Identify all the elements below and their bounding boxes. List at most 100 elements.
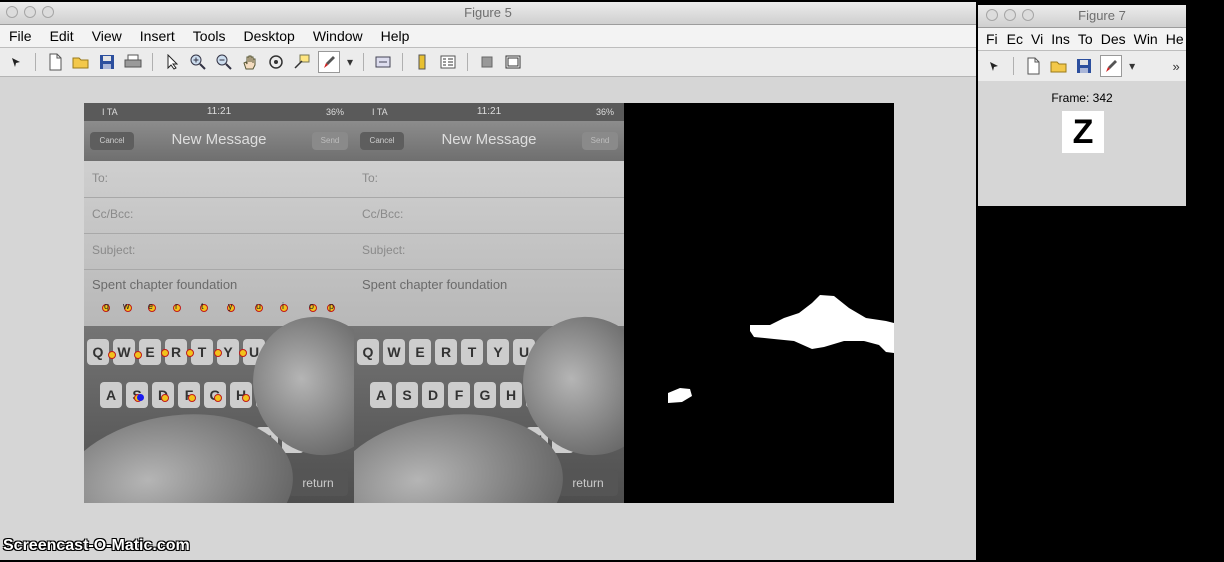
colorbar-icon[interactable] bbox=[412, 52, 432, 72]
marker-row-top: q w e r t y u i o p bbox=[84, 301, 354, 315]
open-folder-icon[interactable] bbox=[1049, 56, 1069, 76]
tracking-marker bbox=[239, 349, 247, 357]
print-icon[interactable] bbox=[123, 52, 143, 72]
skin-mask-panel bbox=[624, 103, 894, 503]
menu-help[interactable]: Help bbox=[372, 25, 419, 47]
key: G bbox=[474, 382, 496, 408]
pointer-icon[interactable] bbox=[6, 52, 26, 72]
to-label: To: bbox=[92, 171, 109, 185]
brush-icon[interactable] bbox=[1100, 55, 1123, 77]
menu-desktop[interactable]: Des bbox=[1097, 28, 1130, 50]
key: D bbox=[422, 382, 444, 408]
subject-label: Subject: bbox=[362, 243, 406, 257]
send-button: Send bbox=[582, 132, 618, 150]
marker-letter: p bbox=[329, 301, 335, 311]
key: E bbox=[409, 339, 431, 365]
figure-5-window: Figure 5 File Edit View Insert Tools Des… bbox=[0, 2, 976, 560]
pan-hand-icon[interactable] bbox=[240, 52, 260, 72]
rotate-3d-icon[interactable] bbox=[266, 52, 286, 72]
toolbar-separator bbox=[363, 53, 364, 71]
phone-status-bar: I TA 11:21 36% bbox=[354, 103, 624, 121]
menu-file[interactable]: File bbox=[0, 25, 41, 47]
dropdown-caret-icon[interactable]: ▾ bbox=[346, 52, 354, 72]
new-file-icon[interactable] bbox=[1023, 56, 1043, 76]
figure-5-titlebar[interactable]: Figure 5 bbox=[0, 2, 976, 25]
key: H bbox=[500, 382, 522, 408]
pointer-icon[interactable] bbox=[984, 56, 1004, 76]
marker-letter: r bbox=[175, 301, 178, 311]
new-file-icon[interactable] bbox=[45, 52, 65, 72]
message-fields: To: Cc/Bcc: Subject: Spent chapter found… bbox=[354, 161, 624, 326]
save-icon[interactable] bbox=[1075, 56, 1095, 76]
screencast-watermark: Screencast-O-Matic.com bbox=[3, 537, 190, 554]
key: A bbox=[370, 382, 392, 408]
dropdown-caret-icon[interactable]: ▾ bbox=[1128, 56, 1136, 76]
menu-view[interactable]: Vi bbox=[1027, 28, 1047, 50]
zoom-out-icon[interactable] bbox=[214, 52, 234, 72]
key: T bbox=[461, 339, 483, 365]
marker-letter: e bbox=[148, 301, 154, 311]
select-arrow-icon[interactable] bbox=[162, 52, 182, 72]
legend-icon[interactable] bbox=[438, 52, 458, 72]
battery-text: 36% bbox=[595, 107, 614, 117]
menu-window[interactable]: Win bbox=[1130, 28, 1162, 50]
phone-nav-bar: Cancel New Message Send bbox=[354, 121, 624, 161]
minimize-window-button[interactable] bbox=[1004, 9, 1016, 21]
menu-help[interactable]: He bbox=[1162, 28, 1186, 50]
menu-edit[interactable]: Ec bbox=[1003, 28, 1027, 50]
ccbcc-label: Cc/Bcc: bbox=[92, 207, 134, 221]
window-title: Figure 5 bbox=[464, 5, 512, 20]
menu-view[interactable]: View bbox=[83, 25, 131, 47]
key: F bbox=[448, 382, 470, 408]
tracked-frame-panel: I TA 11:21 36% Cancel New Message Send T… bbox=[84, 103, 354, 503]
message-body: Spent chapter foundation bbox=[92, 277, 238, 292]
detected-letter: Z bbox=[1062, 111, 1104, 153]
marker-letter: u bbox=[256, 301, 262, 311]
subject-label: Subject: bbox=[92, 243, 136, 257]
key: Q bbox=[87, 339, 109, 365]
send-button: Send bbox=[312, 132, 348, 150]
toolbar-separator bbox=[402, 53, 403, 71]
menu-tools[interactable]: Tools bbox=[184, 25, 235, 47]
fingertip-point bbox=[137, 394, 144, 401]
finger-blob bbox=[668, 388, 692, 403]
close-window-button[interactable] bbox=[986, 9, 998, 21]
finger-mask-blobs bbox=[668, 295, 894, 403]
frame-counter: Frame: 342 bbox=[1051, 91, 1113, 105]
data-cursor-icon[interactable] bbox=[292, 52, 312, 72]
ccbcc-field: Cc/Bcc: bbox=[354, 197, 624, 234]
key: E bbox=[139, 339, 161, 365]
save-icon[interactable] bbox=[97, 52, 117, 72]
menu-file[interactable]: Fi bbox=[978, 28, 1003, 50]
toolbar-overflow-icon[interactable]: » bbox=[1166, 56, 1186, 76]
figure-7-menubar: Fi Ec Vi Ins To Des Win He bbox=[978, 28, 1186, 51]
toolbar-separator bbox=[467, 53, 468, 71]
to-field: To: bbox=[84, 161, 354, 198]
finger-blob bbox=[750, 295, 894, 353]
menu-insert[interactable]: Insert bbox=[131, 25, 184, 47]
key: W bbox=[383, 339, 405, 365]
phone-keyboard: Q W E R T Y U I O P A S D F G H bbox=[354, 295, 624, 503]
menu-window[interactable]: Window bbox=[304, 25, 372, 47]
tracking-marker bbox=[161, 349, 169, 357]
menu-tools[interactable]: To bbox=[1074, 28, 1097, 50]
return-key: return bbox=[558, 470, 618, 496]
toolbar-separator bbox=[35, 53, 36, 71]
hide-plot-tools-icon[interactable] bbox=[477, 52, 497, 72]
clock-text: 11:21 bbox=[476, 106, 502, 117]
menu-edit[interactable]: Edit bbox=[41, 25, 83, 47]
link-plot-icon[interactable] bbox=[373, 52, 393, 72]
to-field: To: bbox=[354, 161, 624, 198]
menu-desktop[interactable]: Desktop bbox=[234, 25, 303, 47]
brush-icon[interactable] bbox=[318, 51, 340, 73]
message-fields: To: Cc/Bcc: Subject: Spent chapter found… bbox=[84, 161, 354, 330]
show-plot-tools-icon[interactable] bbox=[503, 52, 523, 72]
return-key: return bbox=[288, 470, 348, 496]
video-frames-axes: I TA 11:21 36% Cancel New Message Send T… bbox=[84, 103, 894, 503]
figure-7-titlebar[interactable]: Figure 7 bbox=[978, 5, 1186, 28]
subject-field: Subject: bbox=[84, 233, 354, 270]
menu-insert[interactable]: Ins bbox=[1047, 28, 1074, 50]
message-body: Spent chapter foundation bbox=[362, 277, 508, 292]
open-folder-icon[interactable] bbox=[71, 52, 91, 72]
zoom-in-icon[interactable] bbox=[188, 52, 208, 72]
